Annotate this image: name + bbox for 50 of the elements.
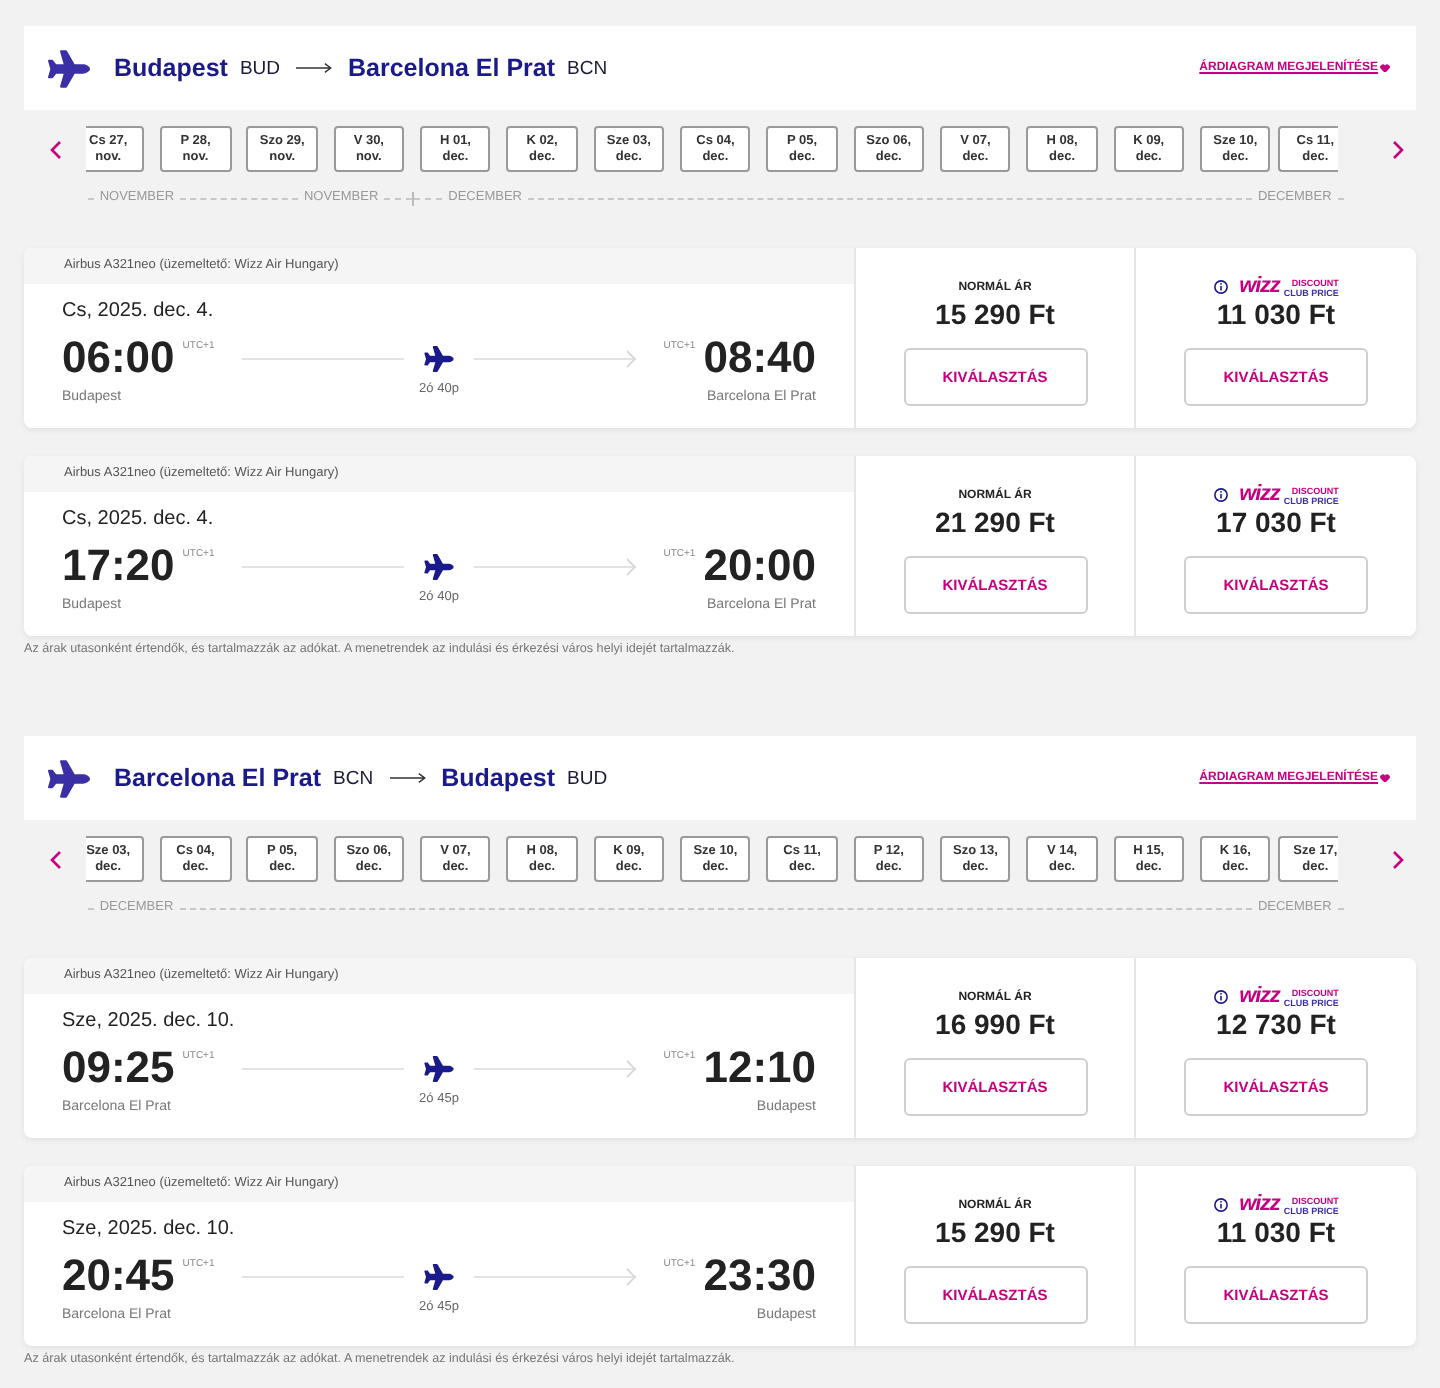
info-icon[interactable] (1213, 488, 1228, 502)
arrival-time: 23:30 (703, 1252, 816, 1300)
plane-icon (48, 49, 90, 87)
destination-city: Budapest (441, 761, 556, 796)
heart-icon (1380, 773, 1390, 783)
brand-wordmark: wizz (1239, 276, 1280, 298)
arrival-time: 12:10 (703, 1044, 816, 1092)
brand-wordmark: wizz (1239, 484, 1280, 506)
fare-price: 12 730 Ft (1216, 1008, 1336, 1040)
fare-price: 11 030 Ft (1216, 1216, 1336, 1248)
brand-wordmark: wizz (1239, 986, 1280, 1008)
chevron-left-icon (50, 849, 62, 869)
arrival-time: 20:00 (703, 542, 816, 590)
destination-code: BCN (567, 55, 608, 84)
info-icon[interactable] (1213, 1198, 1228, 1212)
info-icon[interactable] (1213, 990, 1228, 1004)
departure-time: 09:25 (62, 1044, 175, 1092)
departure-time: 17:20 (62, 542, 175, 590)
departure-time: 06:00 (62, 334, 175, 382)
flight-date: Cs, 2025. dec. 4. (62, 298, 216, 324)
fare-price: 15 290 Ft (935, 1216, 1055, 1248)
destination-city: Barcelona El Prat (348, 51, 556, 86)
destination-code: BUD (567, 765, 608, 794)
plane-icon (424, 345, 454, 371)
fare-price: 11 030 Ft (1216, 298, 1336, 330)
brand-wordmark: wizz (1239, 1194, 1280, 1216)
fare-price: 16 990 Ft (935, 1008, 1055, 1040)
fare-price: 17 030 Ft (1216, 506, 1336, 538)
fare-price: 15 290 Ft (935, 298, 1055, 330)
arrow-icon (389, 772, 426, 784)
plane-icon (424, 1263, 454, 1289)
chevron-right-icon (1392, 849, 1404, 869)
origin-city: Barcelona El Prat (114, 761, 322, 796)
origin-code: BUD (239, 55, 281, 84)
arrival-time: 08:40 (703, 334, 816, 382)
plane-icon (48, 759, 90, 797)
info-icon[interactable] (1213, 280, 1228, 294)
origin-city: Budapest (114, 51, 228, 86)
plane-icon (424, 553, 454, 579)
flight-date: Sze, 2025. dec. 10. (62, 1008, 237, 1034)
fare-price: 21 290 Ft (935, 506, 1055, 538)
flight-date: Sze, 2025. dec. 10. (62, 1216, 237, 1242)
heart-icon (1380, 63, 1390, 73)
arrow-icon (296, 62, 333, 74)
chevron-right-icon (1392, 139, 1404, 159)
flight-date: Cs, 2025. dec. 4. (62, 506, 216, 532)
chevron-left-icon (50, 139, 62, 159)
departure-time: 20:45 (62, 1252, 175, 1300)
plane-icon (424, 1055, 454, 1081)
origin-code: BCN (333, 765, 374, 794)
